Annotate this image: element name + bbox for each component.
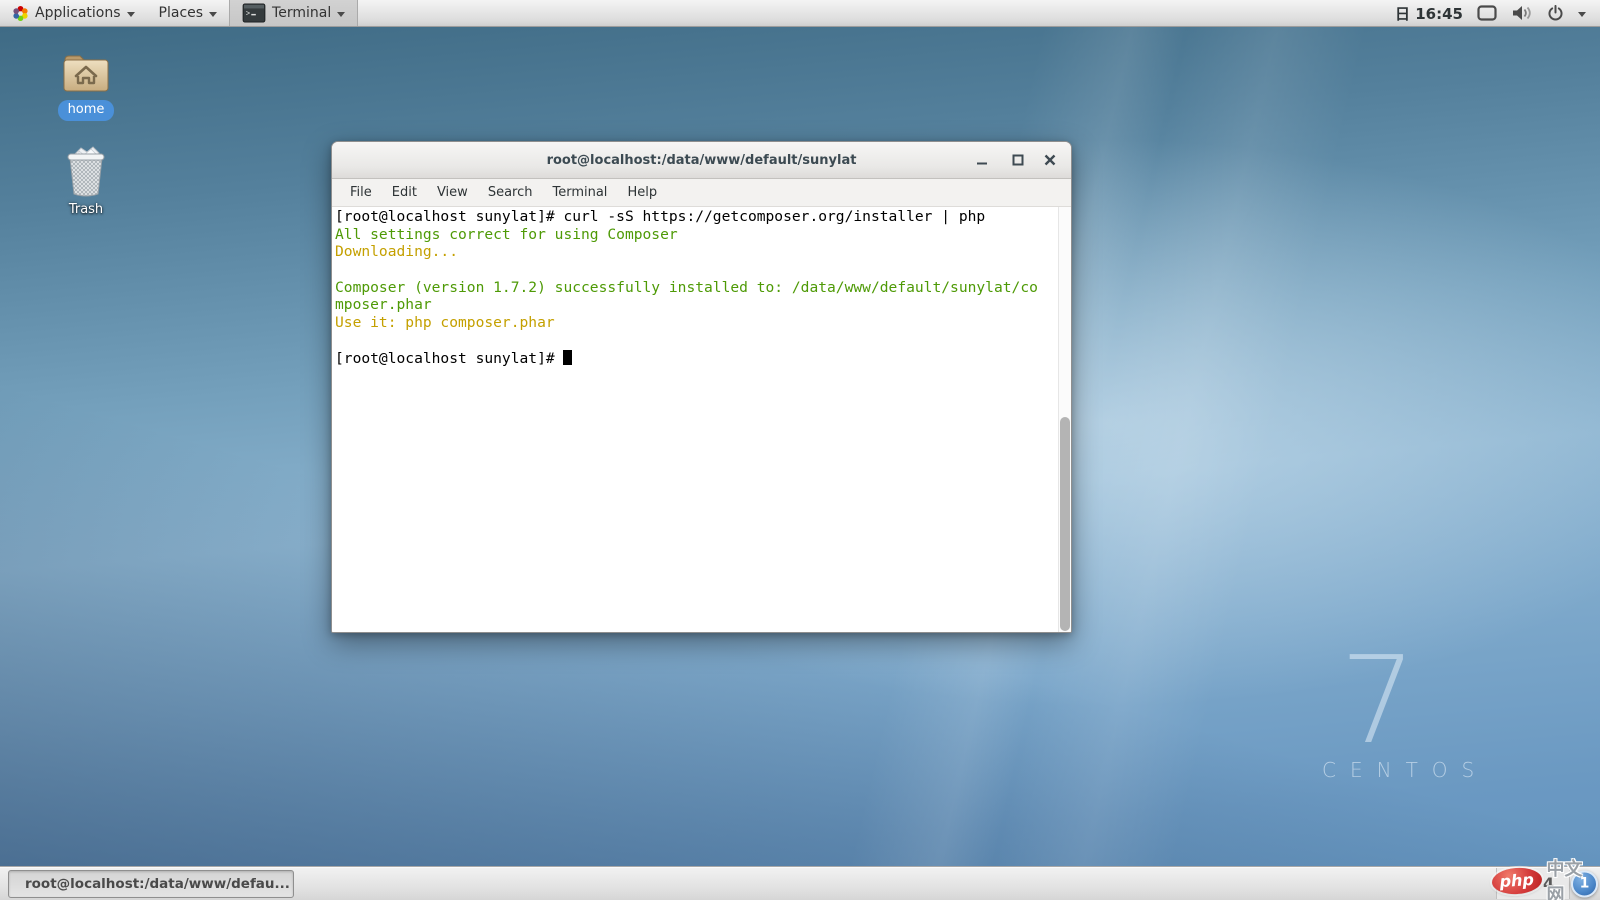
applications-menu-label: Applications: [35, 5, 121, 21]
chevron-down-icon[interactable]: [1578, 12, 1586, 17]
terminal-line: mposer.phar: [335, 296, 1057, 314]
svg-text:>: >: [246, 11, 250, 19]
applications-icon: [12, 5, 29, 22]
terminal-line: [335, 261, 1057, 279]
places-menu[interactable]: Places: [147, 0, 230, 26]
menu-edit[interactable]: Edit: [382, 181, 427, 204]
chevron-down-icon: [337, 12, 345, 17]
terminal-content-area[interactable]: [root@localhost sunylat]# curl -sS https…: [332, 207, 1071, 632]
taskbar-window-label: root@localhost:/data/www/defau...: [25, 876, 290, 892]
php-cn-logo: php 中文网: [1492, 855, 1600, 900]
terminal-menubar: File Edit View Search Terminal Help: [332, 179, 1071, 207]
terminal-window: root@localhost:/data/www/default/sunylat…: [331, 141, 1072, 633]
menu-help[interactable]: Help: [617, 181, 667, 204]
window-title: root@localhost:/data/www/default/sunylat: [547, 153, 857, 168]
php-cn-text: 中文网: [1547, 855, 1600, 900]
scrollbar-thumb[interactable]: [1060, 417, 1070, 631]
home-icon-label: home: [58, 100, 115, 121]
taskbar-window-button[interactable]: > root@localhost:/data/www/defau...: [8, 870, 294, 898]
terminal-line: [root@localhost sunylat]# curl -sS https…: [335, 208, 1057, 226]
applications-menu[interactable]: Applications: [0, 0, 147, 26]
php-logo-icon: php: [1491, 866, 1542, 895]
terminal-line: Composer (version 1.7.2) successfully in…: [335, 279, 1057, 297]
display-icon[interactable]: [1477, 5, 1497, 21]
terminal-icon: >: [242, 3, 266, 23]
menu-terminal[interactable]: Terminal: [542, 181, 617, 204]
menu-file[interactable]: File: [340, 181, 382, 204]
centos-brand-watermark: CENTOS: [1322, 758, 1488, 782]
terminal-line: Downloading...: [335, 243, 1057, 261]
close-icon[interactable]: [1037, 142, 1063, 178]
centos-7-watermark: 7: [1318, 642, 1438, 762]
chevron-down-icon: [127, 12, 135, 17]
bottom-taskbar: > root@localhost:/data/www/defau... 1 / …: [0, 866, 1600, 900]
minimize-button[interactable]: [969, 142, 995, 178]
terminal-appmenu[interactable]: > Terminal: [229, 0, 358, 26]
volume-icon[interactable]: [1511, 5, 1533, 21]
terminal-output: [root@localhost sunylat]# curl -sS https…: [335, 208, 1057, 367]
top-panel: Applications Places > Terminal 日 16:45: [0, 0, 1600, 27]
terminal-cursor: [563, 350, 572, 365]
menu-search[interactable]: Search: [478, 181, 543, 204]
terminal-line: [root@localhost sunylat]#: [335, 350, 1057, 368]
desktop-icon-home[interactable]: home: [38, 50, 134, 121]
terminal-scrollbar[interactable]: [1058, 207, 1071, 632]
terminal-line: Use it: php composer.phar: [335, 314, 1057, 332]
home-folder-icon: [61, 50, 111, 96]
trash-icon-label: Trash: [69, 202, 103, 217]
chevron-down-icon: [209, 12, 217, 17]
desktop-icon-trash[interactable]: Trash: [38, 144, 134, 217]
terminal-appmenu-label: Terminal: [272, 5, 331, 21]
window-titlebar[interactable]: root@localhost:/data/www/default/sunylat: [332, 142, 1071, 179]
maximize-button[interactable]: [1005, 142, 1031, 178]
places-menu-label: Places: [159, 5, 204, 21]
trash-can-icon: [62, 144, 110, 198]
power-icon[interactable]: [1547, 5, 1564, 22]
terminal-line: [335, 332, 1057, 350]
panel-clock[interactable]: 日 16:45: [1395, 3, 1463, 24]
menu-view[interactable]: View: [427, 181, 478, 204]
terminal-line: All settings correct for using Composer: [335, 226, 1057, 244]
